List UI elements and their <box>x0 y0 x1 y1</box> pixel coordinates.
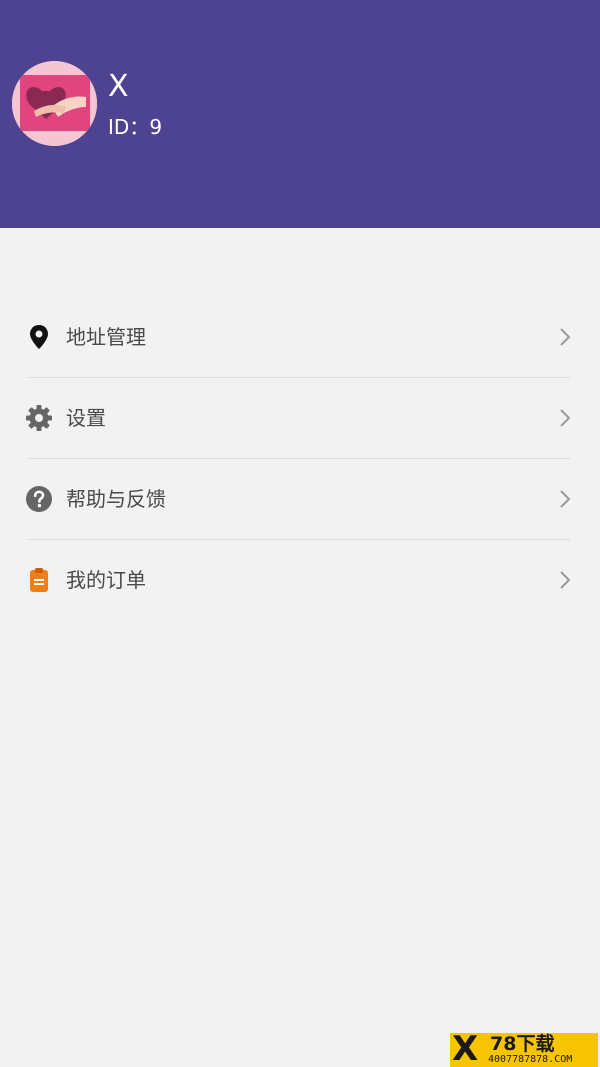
menu-item-label: 帮助与反馈 <box>66 487 166 511</box>
watermark-logo: X 78下载 4007787878.COM <box>450 1033 598 1067</box>
user-id-value: 9 <box>149 115 163 139</box>
chevron-right-icon <box>560 409 571 427</box>
user-name: X <box>108 69 129 104</box>
watermark-url: 4007787878.COM <box>488 1054 573 1065</box>
question-circle-icon <box>26 486 52 512</box>
user-id: ID：9 <box>108 114 162 140</box>
gear-icon <box>26 405 52 431</box>
profile-header: X ID：9 <box>0 0 600 228</box>
menu-item-my-orders[interactable]: 我的订单 <box>0 540 600 621</box>
location-pin-icon <box>30 325 48 349</box>
menu-item-label: 地址管理 <box>66 325 146 349</box>
menu-list: 地址管理 设置 帮助与反馈 我的订单 <box>0 297 600 621</box>
menu-item-label: 我的订单 <box>66 568 146 592</box>
avatar[interactable] <box>12 61 97 146</box>
user-id-label: ID： <box>108 115 150 139</box>
menu-item-help-feedback[interactable]: 帮助与反馈 <box>0 459 600 540</box>
menu-item-label: 设置 <box>66 406 106 430</box>
avatar-image <box>12 61 97 146</box>
chevron-right-icon <box>560 571 571 589</box>
menu-item-address-management[interactable]: 地址管理 <box>0 297 600 378</box>
watermark-letter: X <box>452 1033 479 1067</box>
clipboard-icon <box>30 568 48 592</box>
chevron-right-icon <box>560 328 571 346</box>
menu-item-settings[interactable]: 设置 <box>0 378 600 459</box>
watermark-brand: 78下载 <box>490 1033 555 1055</box>
chevron-right-icon <box>560 490 571 508</box>
